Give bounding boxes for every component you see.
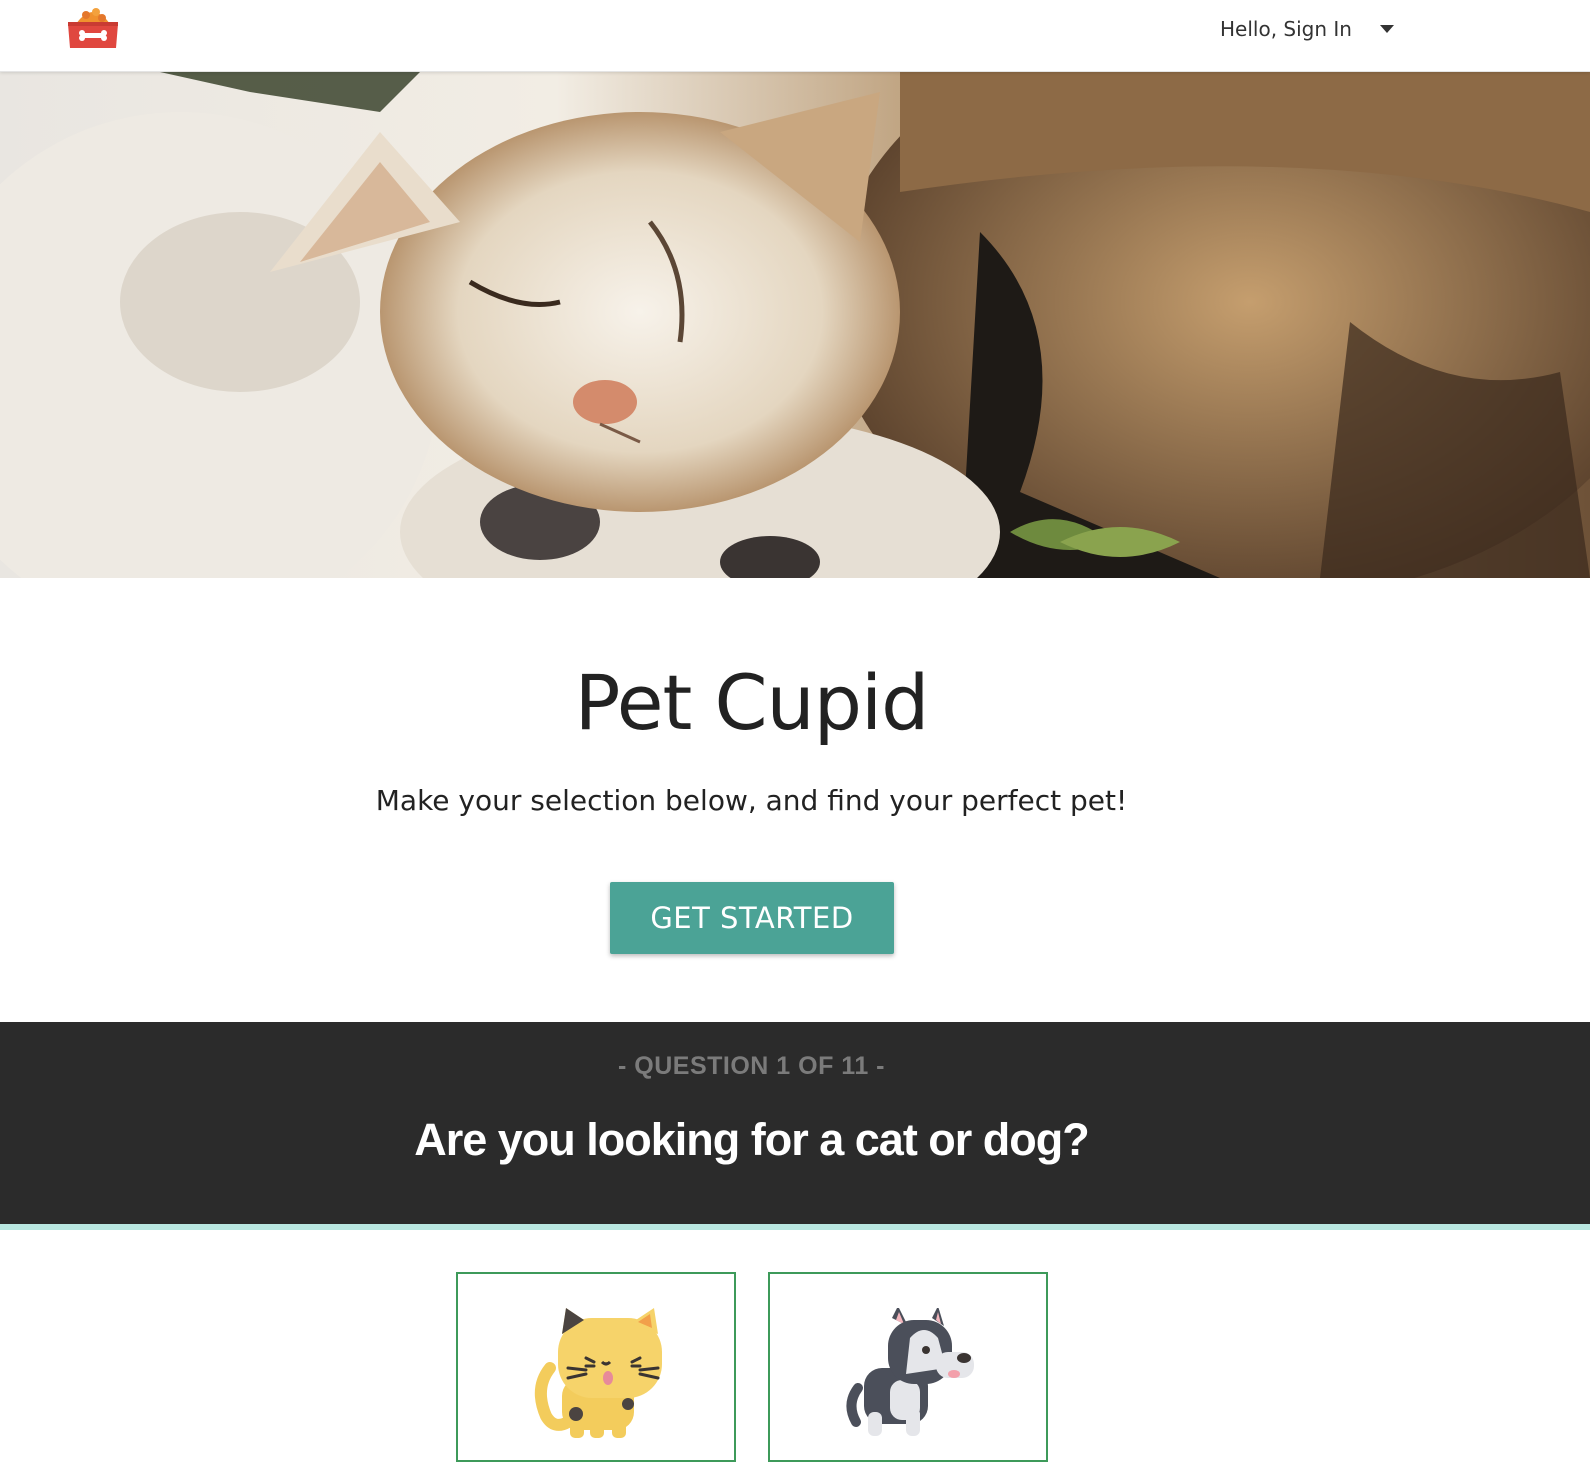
option-card-cat[interactable]	[456, 1272, 736, 1462]
user-menu[interactable]: Hello, Sign In	[1220, 14, 1394, 44]
hero-image	[0, 72, 1590, 578]
question-counter: - QUESTION 1 OF 11 -	[618, 1052, 885, 1080]
top-navbar: Hello, Sign In	[0, 0, 1590, 72]
answer-options	[0, 1272, 1590, 1462]
intro-section: Pet Cupid Make your selection below, and…	[0, 578, 1590, 1022]
option-card-dog[interactable]	[768, 1272, 1048, 1462]
get-started-button[interactable]: GET STARTED	[610, 882, 894, 954]
cat-icon	[534, 1308, 662, 1438]
pet-food-bowl-icon[interactable]	[66, 4, 120, 50]
page-subtitle: Make your selection below, and find your…	[375, 784, 1128, 817]
cat-and-dog-photo	[0, 72, 1590, 578]
question-text: Are you looking for a cat or dog?	[414, 1114, 1090, 1165]
question-header: - QUESTION 1 OF 11 - Are you looking for…	[0, 1022, 1590, 1230]
dog-icon	[846, 1308, 974, 1436]
caret-down-icon[interactable]	[1379, 25, 1394, 33]
user-greeting[interactable]: Hello, Sign In	[1220, 17, 1352, 41]
page-title: Pet Cupid	[574, 658, 930, 747]
